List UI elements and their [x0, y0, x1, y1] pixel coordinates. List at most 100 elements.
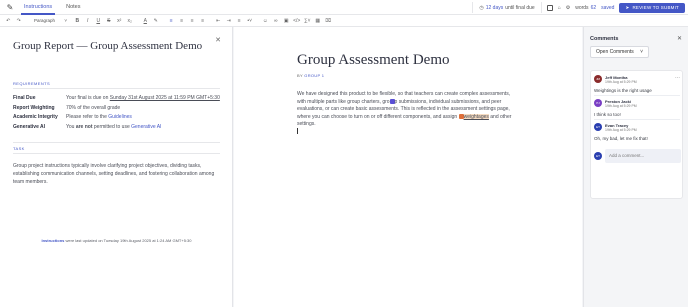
report-weighting-value: 70% of the overall grade [66, 104, 121, 111]
bullet-list-icon[interactable]: •˅ [245, 18, 256, 24]
home-icon[interactable]: ⌂ [558, 5, 561, 11]
academic-integrity-value: Please refer to the Guidelines [66, 114, 221, 121]
requirements-heading: REQUIREMENTS [13, 81, 51, 86]
comments-title: Comments [590, 36, 619, 42]
close-icon[interactable]: ✕ [215, 36, 221, 44]
avatar: ET [594, 123, 602, 131]
updated-label: Instructions [41, 238, 65, 243]
final-due-value: Your final is due on Sunday 31st August … [66, 95, 221, 102]
add-comment-row: ET Add a comment... [594, 149, 681, 163]
highlighted-text[interactable]: weightages [463, 113, 489, 120]
top-right-controls: ◷ 12 days until final due ⌂ ⚙ words 62 s… [472, 2, 685, 13]
generative-ai-value: You are not permitted to use Generative … [66, 124, 221, 131]
italic-icon[interactable]: I [83, 18, 94, 24]
align-right-icon[interactable]: ≡ [187, 18, 198, 24]
paragraph-style-select[interactable]: Paragraph ˅ [24, 18, 72, 23]
byline-group: GROUP 1 [304, 73, 325, 78]
book-icon[interactable] [546, 4, 553, 11]
indent-decrease-icon[interactable]: ⇤ [213, 18, 224, 24]
table-icon[interactable]: ▦ [313, 18, 324, 24]
comments-panel: Comments ✕ Open Comments ˅ JM Jeff Montha… [583, 27, 688, 307]
guidelines-link[interactable]: Guidelines [108, 114, 132, 120]
generative-ai-label: Generative AI [13, 123, 46, 130]
comment-text: Oh, my bad, let me fix that! [594, 136, 648, 141]
divider [13, 142, 220, 143]
avatar: PJ [594, 99, 602, 107]
clear-format-icon[interactable]: ⌧ [323, 18, 334, 24]
formatting-toolbar: ↶ ↷ Paragraph ˅ B I U S x² x₂ A ✎ ≡ ≡ ≡ ≡… [0, 15, 688, 27]
text-color-icon[interactable]: A [140, 18, 151, 24]
redo-icon[interactable]: ↷ [14, 18, 25, 24]
bold-icon[interactable]: B [72, 18, 83, 24]
comment-filter-label: Open Comments [596, 49, 634, 55]
word-count-value: 62 [590, 4, 597, 11]
byline: BY GROUP 1 [297, 73, 324, 78]
comment-marker[interactable] [458, 113, 464, 119]
emoji-icon[interactable]: ☺ [260, 18, 271, 24]
due-indicator[interactable]: ◷ 12 days until final due [472, 2, 542, 13]
text-cursor [297, 128, 298, 134]
review-label: REVIEW TO SUBMIT [632, 5, 679, 10]
more-options-icon[interactable]: ⋯ [675, 75, 680, 81]
gear-icon[interactable]: ⚙ [566, 5, 570, 11]
add-comment-input[interactable]: Add a comment... [605, 149, 681, 163]
generative-ai-middle: permitted to use [92, 123, 132, 130]
clock-icon: ◷ [479, 4, 484, 11]
instructions-title: Group Report — Group Assessment Demo [13, 40, 203, 52]
undo-icon[interactable]: ↶ [3, 18, 14, 24]
comment-time: 19th Aug at 5:29 PM [605, 104, 637, 108]
due-suffix: until final due [505, 4, 535, 11]
tab-instructions[interactable]: Instructions [17, 0, 59, 15]
indent-increase-icon[interactable]: ⇥ [224, 18, 235, 24]
pen-icon: ✎ [6, 2, 14, 12]
final-due-prefix: Your final is due on [66, 95, 110, 101]
subscript-icon[interactable]: x₂ [125, 18, 136, 24]
comment-time: 19th Aug at 5:29 PM [605, 80, 637, 84]
generative-ai-you: You [66, 123, 76, 130]
requirement-row: Academic Integrity Please refer to the G… [13, 114, 223, 121]
saved-status: saved [601, 4, 615, 11]
requirements-table: Final Due Your final is due on Sunday 31… [13, 95, 223, 133]
image-icon[interactable]: ▣ [281, 18, 292, 24]
document-editor[interactable]: Group Assessment Demo BY GROUP 1 We have… [234, 27, 582, 307]
align-center-icon[interactable]: ≡ [177, 18, 188, 24]
requirement-row: Final Due Your final is due on Sunday 31… [13, 95, 223, 102]
generative-ai-link[interactable]: Generative AI [131, 124, 161, 130]
tab-notes[interactable]: Notes [59, 0, 87, 15]
outdent-icon[interactable]: ≡ [234, 18, 245, 24]
updated-text: were last updated on Tuesday 19th August… [64, 238, 192, 243]
document-body[interactable]: We have designed this product to be flex… [297, 91, 513, 129]
highlight-icon[interactable]: ✎ [151, 18, 162, 24]
task-text: Group project instructions typically inv… [13, 163, 215, 185]
send-icon: ➤ [625, 4, 630, 10]
last-updated-note: Instructions were last updated on Tuesda… [0, 238, 233, 243]
comment-text: Weightings is the right usage [594, 88, 652, 93]
comment-time: 19th Aug at 5:29 PM [605, 128, 637, 132]
strikethrough-icon[interactable]: S [104, 18, 115, 24]
close-icon[interactable]: ✕ [677, 35, 682, 42]
avatar: ET [594, 152, 602, 160]
review-to-submit-button[interactable]: ➤ REVIEW TO SUBMIT [619, 2, 685, 13]
final-due-label: Final Due [13, 95, 36, 101]
chevron-down-icon: ˅ [64, 18, 67, 23]
superscript-icon[interactable]: x² [114, 18, 125, 24]
chevron-down-icon: ˅ [640, 49, 643, 55]
instructions-panel: ✕ Group Report — Group Assessment Demo R… [0, 27, 233, 307]
comment-filter-select[interactable]: Open Comments ˅ [590, 46, 649, 58]
math-icon[interactable]: ∑˅ [302, 18, 313, 24]
code-icon[interactable]: </> [292, 18, 303, 24]
academic-integrity-prefix: Please refer to the [66, 114, 109, 120]
document-title[interactable]: Group Assessment Demo [297, 52, 450, 69]
divider [13, 88, 220, 89]
due-days: 12 days [485, 4, 504, 11]
align-justify-icon[interactable]: ≡ [198, 18, 209, 24]
word-count: words 62 [575, 5, 596, 11]
generative-ai-not: are not [75, 123, 93, 130]
final-due-date: Sunday 31st August 2025 at 11:59 PM GMT+… [109, 95, 220, 101]
words-label: words [575, 4, 589, 11]
underline-icon[interactable]: U [93, 18, 104, 24]
align-left-icon[interactable]: ≡ [166, 18, 177, 24]
link-icon[interactable]: ∞ [271, 18, 282, 24]
divider [594, 95, 680, 96]
top-bar: ✎ Instructions Notes ◷ 12 days until fin… [0, 0, 688, 15]
